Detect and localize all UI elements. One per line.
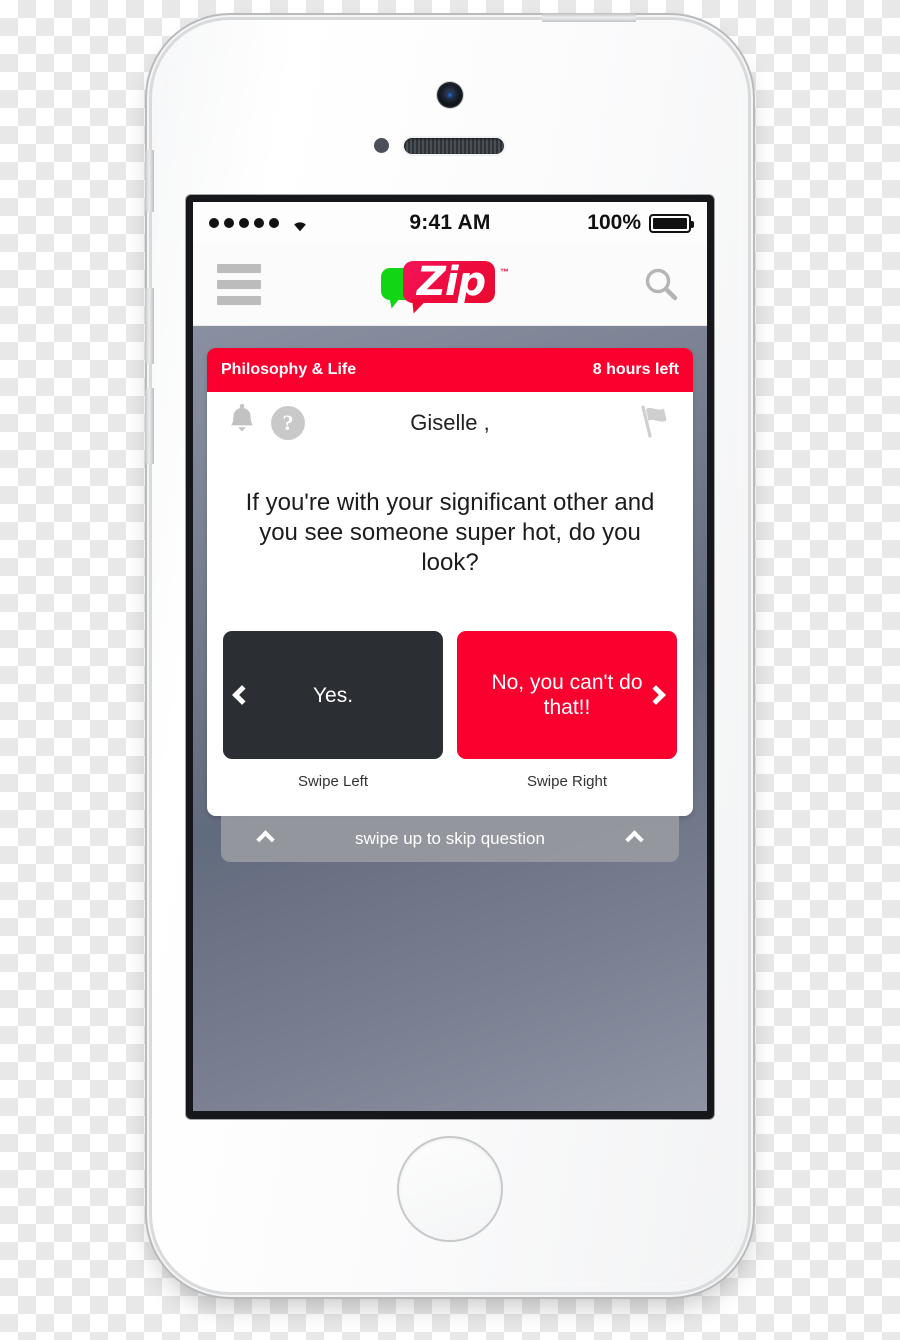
mute-switch[interactable] [145, 150, 154, 212]
flag-icon[interactable] [635, 402, 673, 445]
swipe-right-hint: Swipe Right [526, 773, 608, 791]
card-toolbar-left: ? [227, 403, 305, 443]
answer-button-right[interactable]: No, you can't do that!! [457, 631, 677, 760]
volume-up-button[interactable] [145, 288, 154, 364]
skip-question-bar[interactable]: swipe up to skip question [221, 816, 679, 863]
power-button[interactable] [542, 13, 636, 22]
answer-buttons: Yes. No, you can't do that!! [207, 591, 693, 760]
proximity-sensor-icon [374, 138, 389, 153]
skip-question-label: swipe up to skip question [355, 829, 545, 849]
answer-right-label: No, you can't do that!! [491, 671, 643, 720]
category-label: Philosophy & Life [221, 361, 357, 378]
chevron-up-icon-right [625, 830, 644, 849]
phone-device: 9:41 AM 100% Zip ™ Philosophy & Life 8 h… [145, 13, 748, 1292]
chevron-left-icon [232, 685, 252, 706]
hamburger-menu-icon[interactable] [217, 264, 261, 305]
time-left-label: 8 hours left [592, 361, 679, 378]
bell-icon[interactable] [227, 403, 257, 443]
status-bar: 9:41 AM 100% [193, 202, 707, 244]
front-camera-icon [437, 82, 463, 108]
card-header: Philosophy & Life 8 hours left [207, 348, 693, 392]
swipe-hints: Swipe Left Swipe Right [207, 759, 693, 816]
card-toolbar: ? Giselle , [207, 392, 693, 454]
status-bar-right: 100% [587, 211, 694, 235]
swipe-left-hint: Swipe Left [297, 773, 369, 791]
phone-screen: 9:41 AM 100% Zip ™ Philosophy & Life 8 h… [193, 202, 707, 1111]
card-body: ? Giselle , If you're with your signific… [207, 392, 693, 817]
battery-percent: 100% [587, 211, 641, 234]
canvas: 9:41 AM 100% Zip ™ Philosophy & Life 8 h… [0, 0, 900, 1340]
answer-left-label: Yes. [312, 683, 354, 707]
answer-button-left[interactable]: Yes. [223, 631, 443, 760]
search-icon[interactable] [639, 263, 683, 307]
volume-down-button[interactable] [145, 388, 154, 464]
earpiece-speaker-icon [404, 138, 504, 154]
question-card-wrapper: Philosophy & Life 8 hours left ? Giselle… [193, 326, 707, 863]
question-mark-icon[interactable]: ? [271, 406, 305, 440]
home-button[interactable] [399, 1138, 501, 1240]
app-nav-bar: Zip ™ [193, 244, 707, 326]
battery-full-icon [649, 213, 694, 233]
question-text: If you're with your significant other an… [245, 489, 655, 576]
screen-bezel: 9:41 AM 100% Zip ™ Philosophy & Life 8 h… [186, 195, 714, 1119]
zip-logo: Zip ™ [375, 257, 525, 313]
trademark-symbol: ™ [500, 266, 509, 277]
logo-wordmark: Zip [416, 258, 486, 305]
question-card: Philosophy & Life 8 hours left ? Giselle… [207, 348, 693, 817]
